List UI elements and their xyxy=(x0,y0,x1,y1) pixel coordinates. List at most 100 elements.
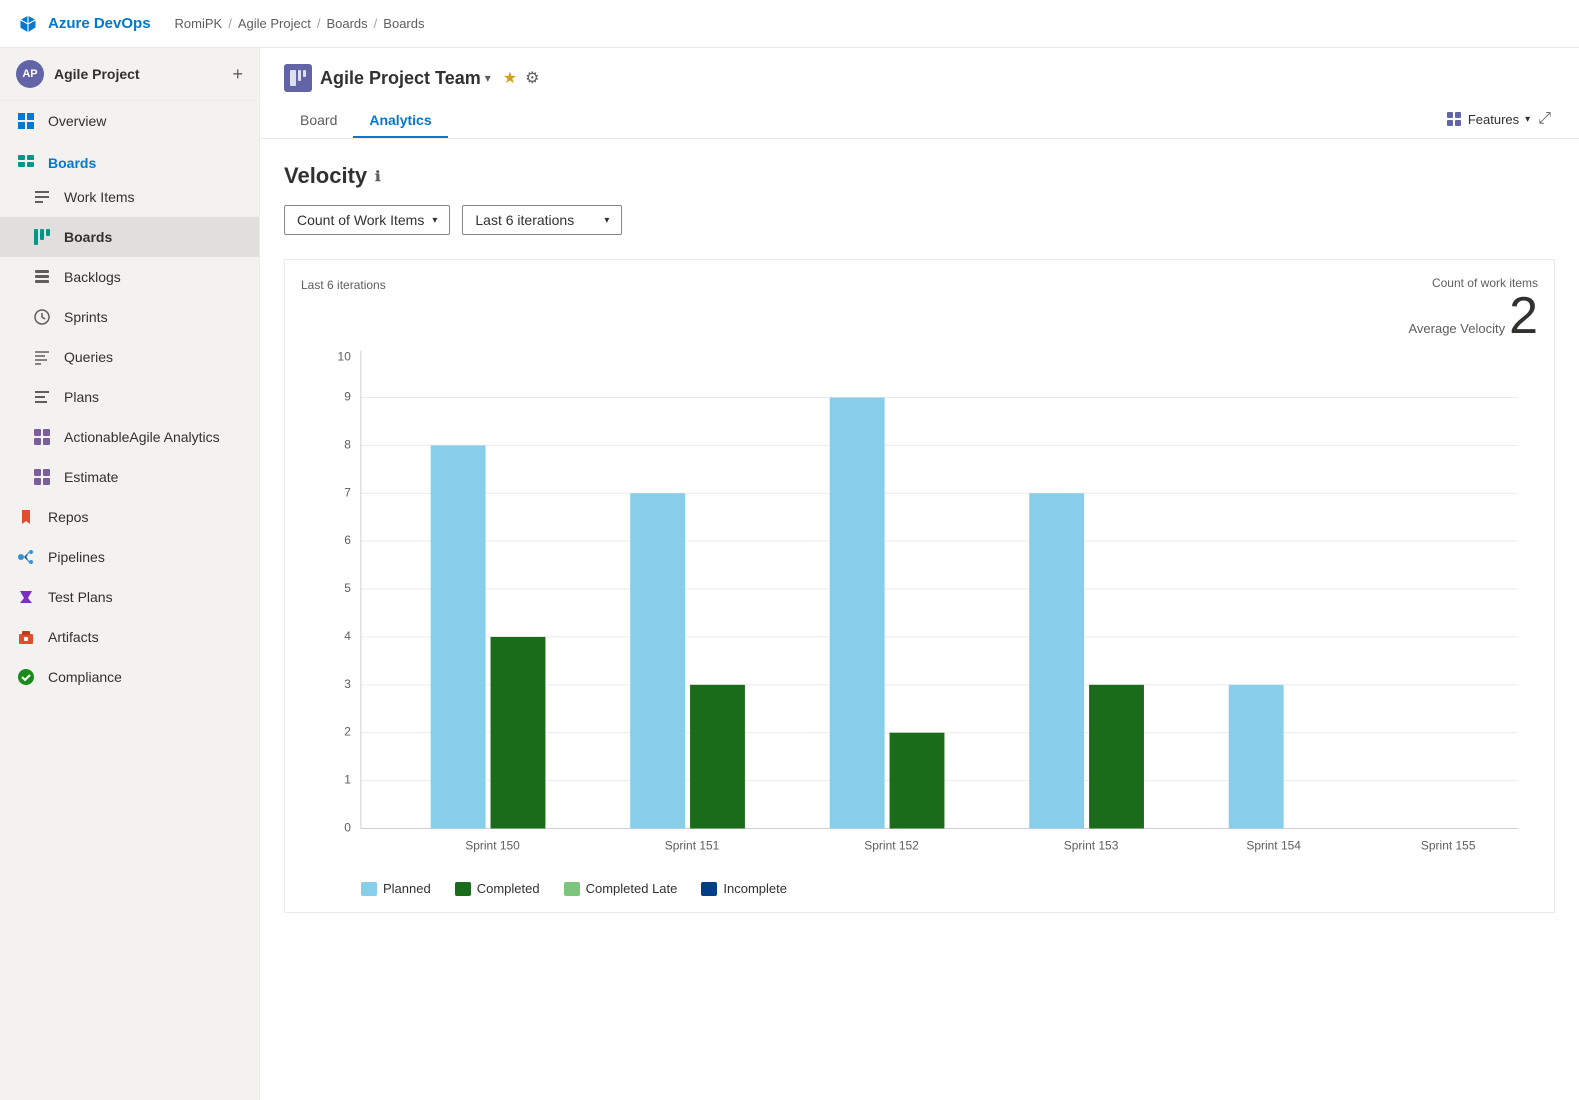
iteration-chevron-icon: ▾ xyxy=(604,215,609,226)
sidebar-item-estimate[interactable]: Estimate xyxy=(0,457,259,497)
svg-text:Sprint 155: Sprint 155 xyxy=(1421,838,1476,852)
queries-icon xyxy=(32,347,52,367)
expand-icon[interactable]: ⤢ xyxy=(1538,110,1551,128)
plans-icon xyxy=(32,387,52,407)
bar-sprint154-planned xyxy=(1229,685,1284,829)
sidebar-label-test-plans: Test Plans xyxy=(48,589,113,605)
sidebar-item-overview[interactable]: Overview xyxy=(0,101,259,141)
iteration-filter-dropdown[interactable]: Last 6 iterations ▾ xyxy=(462,205,622,235)
sidebar-label-work-items: Work Items xyxy=(64,189,135,205)
sidebar-item-actionable-agile[interactable]: ActionableAgile Analytics xyxy=(0,417,259,457)
svg-text:Sprint 150: Sprint 150 xyxy=(465,838,520,852)
sidebar-header-left: AP Agile Project xyxy=(16,60,140,88)
boards-section-icon xyxy=(16,153,36,173)
overview-icon xyxy=(16,111,36,131)
sidebar-item-backlogs[interactable]: Backlogs xyxy=(0,257,259,297)
sidebar-label-queries: Queries xyxy=(64,349,113,365)
sidebar-label-sprints: Sprints xyxy=(64,309,108,325)
svg-text:9: 9 xyxy=(344,390,351,404)
sidebar-label-overview: Overview xyxy=(48,113,106,129)
sidebar-item-boards[interactable]: Boards xyxy=(0,217,259,257)
sidebar-item-plans[interactable]: Plans xyxy=(0,377,259,417)
breadcrumb-sep-2: / xyxy=(317,16,321,31)
sidebar-item-pipelines[interactable]: Pipelines xyxy=(0,537,259,577)
svg-text:3: 3 xyxy=(344,677,351,691)
azure-devops-logo-icon xyxy=(16,12,40,36)
features-label: Features xyxy=(1468,112,1519,127)
team-name-button[interactable]: Agile Project Team ▾ xyxy=(320,68,491,89)
breadcrumb-boards-2[interactable]: Boards xyxy=(383,16,424,31)
team-selector: Agile Project Team ▾ ★ ⚙ xyxy=(284,64,1555,92)
legend-item-completed-late: Completed Late xyxy=(564,881,678,896)
sidebar-label-backlogs: Backlogs xyxy=(64,269,121,285)
chevron-down-icon: ▾ xyxy=(485,71,491,85)
info-icon[interactable]: ℹ xyxy=(375,168,380,185)
breadcrumb: RomiPK / Agile Project / Boards / Boards xyxy=(175,16,425,31)
breadcrumb-boards-1[interactable]: Boards xyxy=(326,16,367,31)
sidebar-item-work-items[interactable]: Work Items xyxy=(0,177,259,217)
person-settings-icon[interactable]: ⚙ xyxy=(525,68,539,88)
pipelines-icon xyxy=(16,547,36,567)
breadcrumb-romipk[interactable]: RomiPK xyxy=(175,16,223,31)
completed-late-swatch xyxy=(564,882,580,896)
sidebar-item-queries[interactable]: Queries xyxy=(0,337,259,377)
artifacts-icon xyxy=(16,627,36,647)
avatar: AP xyxy=(16,60,44,88)
velocity-chart: 0 1 2 3 4 5 6 7 8 9 10 xyxy=(301,350,1538,873)
backlogs-icon xyxy=(32,267,52,287)
svg-text:5: 5 xyxy=(344,581,351,595)
velocity-title: Velocity ℹ xyxy=(284,163,1555,189)
chart-iterations-label: Last 6 iterations xyxy=(301,278,386,292)
tab-board[interactable]: Board xyxy=(284,104,353,138)
project-name: Agile Project xyxy=(54,66,140,82)
velocity-bar-chart: 0 1 2 3 4 5 6 7 8 9 10 xyxy=(301,350,1538,870)
metric-chevron-icon: ▾ xyxy=(432,215,437,226)
legend-item-planned: Planned xyxy=(361,881,431,896)
bar-sprint152-completed xyxy=(890,733,945,829)
sidebar-label-compliance: Compliance xyxy=(48,669,122,685)
incomplete-label: Incomplete xyxy=(723,881,787,896)
sidebar-item-repos[interactable]: Repos xyxy=(0,497,259,537)
sprints-icon xyxy=(32,307,52,327)
sidebar-item-test-plans[interactable]: Test Plans xyxy=(0,577,259,617)
sidebar: AP Agile Project + Overview Boards xyxy=(0,48,260,1100)
sidebar-section-boards: Boards xyxy=(0,141,259,177)
svg-text:0: 0 xyxy=(344,820,351,834)
work-items-icon xyxy=(32,187,52,207)
sidebar-label-artifacts: Artifacts xyxy=(48,629,99,645)
completed-label: Completed xyxy=(477,881,540,896)
svg-text:Sprint 153: Sprint 153 xyxy=(1064,838,1119,852)
tab-analytics[interactable]: Analytics xyxy=(353,104,447,138)
sidebar-item-artifacts[interactable]: Artifacts xyxy=(0,617,259,657)
content-header: Agile Project Team ▾ ★ ⚙ Board Analytics xyxy=(260,48,1579,139)
sidebar-label-repos: Repos xyxy=(48,509,88,525)
svg-text:6: 6 xyxy=(344,533,351,547)
filter-row: Count of Work Items ▾ Last 6 iterations … xyxy=(284,205,1555,235)
average-velocity-label: Average Velocity xyxy=(1408,321,1505,336)
features-button[interactable]: Features ▾ xyxy=(1446,111,1530,127)
breadcrumb-sep-1: / xyxy=(228,16,232,31)
average-velocity-value: 2 xyxy=(1509,290,1538,342)
compliance-icon xyxy=(16,667,36,687)
app-logo[interactable]: Azure DevOps xyxy=(16,12,151,36)
actionable-agile-icon xyxy=(32,427,52,447)
topbar: Azure DevOps RomiPK / Agile Project / Bo… xyxy=(0,0,1579,48)
svg-text:Sprint 151: Sprint 151 xyxy=(665,838,720,852)
sidebar-item-sprints[interactable]: Sprints xyxy=(0,297,259,337)
velocity-section: Velocity ℹ Count of Work Items ▾ Last 6 … xyxy=(260,139,1579,1100)
add-project-button[interactable]: + xyxy=(232,64,243,85)
breadcrumb-agile-project[interactable]: Agile Project xyxy=(238,16,311,31)
sidebar-label-actionable-agile: ActionableAgile Analytics xyxy=(64,429,220,445)
planned-label: Planned xyxy=(383,881,431,896)
completed-swatch xyxy=(455,882,471,896)
favorite-icon[interactable]: ★ xyxy=(503,68,517,88)
planned-swatch xyxy=(361,882,377,896)
repos-icon xyxy=(16,507,36,527)
sidebar-item-compliance[interactable]: Compliance xyxy=(0,657,259,697)
sidebar-label-plans: Plans xyxy=(64,389,99,405)
chart-label-right: Count of work items Average Velocity 2 xyxy=(1408,276,1538,342)
bar-sprint150-completed xyxy=(491,637,546,829)
svg-text:10: 10 xyxy=(338,350,352,364)
metric-filter-dropdown[interactable]: Count of Work Items ▾ xyxy=(284,205,450,235)
chart-header: Last 6 iterations Count of work items Av… xyxy=(301,276,1538,342)
